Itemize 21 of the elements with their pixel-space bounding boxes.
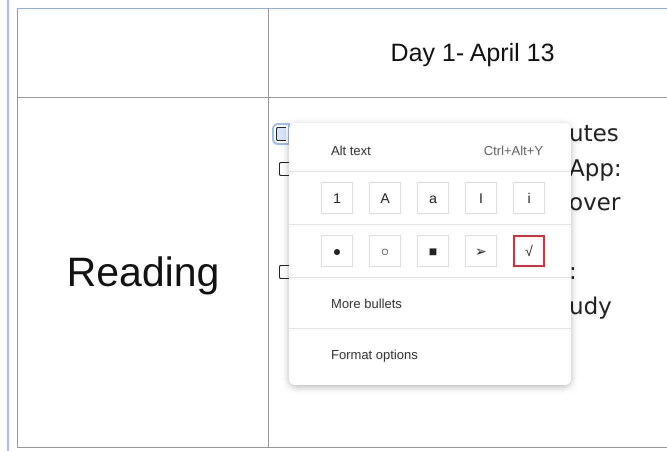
cell-text: :	[569, 259, 577, 286]
table-cell: Reading	[18, 98, 268, 448]
menu-item[interactable]: Format options	[331, 346, 418, 362]
bullet-style-option[interactable]: ○	[369, 235, 401, 267]
cell-text: utes	[569, 121, 619, 148]
shortcut-text: Ctrl+Alt+Y	[484, 142, 543, 158]
list-style-option[interactable]: a	[417, 182, 449, 214]
bullet-style-option[interactable]: ➢	[465, 235, 497, 267]
menu-item[interactable]: Alt text	[331, 142, 371, 158]
cell-text: over	[569, 190, 620, 216]
bullet-style-option[interactable]: ■	[417, 235, 449, 267]
list-style-option[interactable]: A	[369, 182, 401, 214]
list-style-option[interactable]: i	[513, 182, 545, 214]
list-style-option[interactable]: 1	[321, 182, 353, 214]
bullet-style-option[interactable]: √	[513, 235, 545, 267]
cell-text: udy	[569, 294, 612, 320]
cell-text: App:	[569, 156, 622, 182]
menu-item[interactable]: More bullets	[331, 296, 402, 310]
table-cell: Day 1- April 13	[268, 8, 667, 98]
bullet-style-option[interactable]: ●	[321, 235, 353, 267]
list-style-option[interactable]: I	[465, 182, 497, 214]
